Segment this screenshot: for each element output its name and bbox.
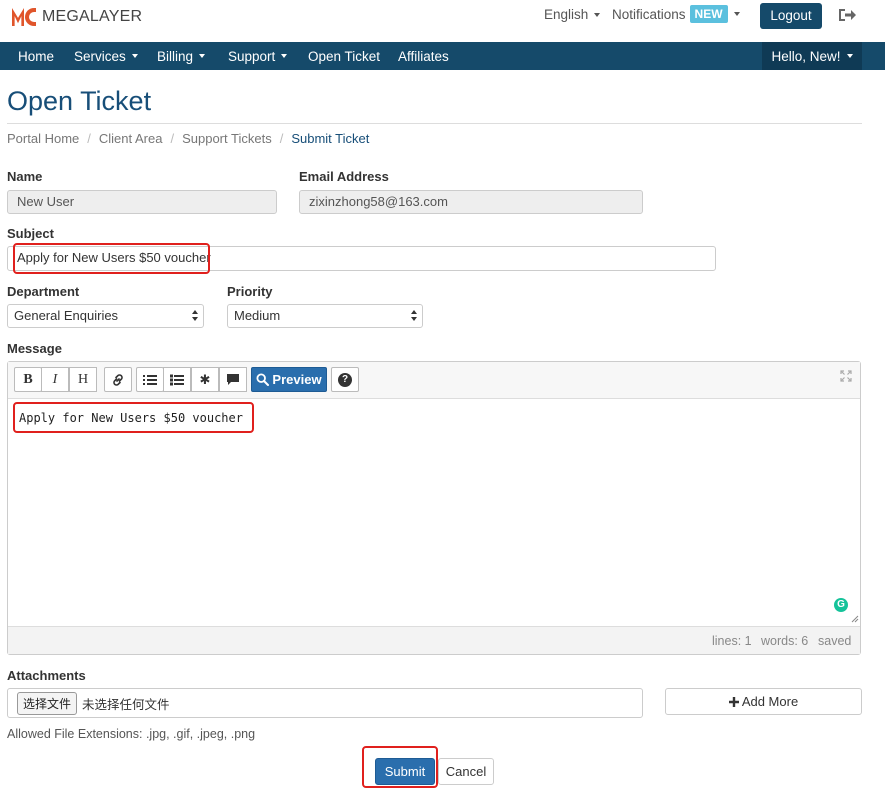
name-field[interactable]: New User bbox=[7, 190, 277, 214]
language-dropdown[interactable]: English bbox=[544, 7, 601, 22]
breadcrumb-portal-home[interactable]: Portal Home bbox=[7, 131, 79, 146]
user-menu[interactable]: Hello, New! bbox=[762, 42, 862, 70]
link-icon[interactable] bbox=[104, 367, 132, 392]
sign-out-icon[interactable] bbox=[838, 7, 856, 23]
submit-button[interactable]: Submit bbox=[375, 758, 435, 785]
logo[interactable]: MEGALAYER bbox=[12, 4, 142, 30]
grammarly-icon[interactable]: G bbox=[834, 598, 848, 612]
bold-icon[interactable]: B bbox=[14, 367, 42, 392]
select-arrows-icon bbox=[192, 309, 198, 323]
words-count: words: 6 bbox=[761, 634, 809, 648]
search-icon bbox=[256, 373, 270, 386]
list-ol-icon[interactable] bbox=[163, 367, 191, 392]
file-input[interactable]: 选择文件 未选择任何文件 bbox=[7, 688, 643, 718]
new-badge: NEW bbox=[689, 5, 728, 23]
message-label: Message bbox=[7, 341, 62, 356]
comment-icon[interactable] bbox=[219, 367, 247, 392]
editor-statusbar: lines: 1 words: 6 saved bbox=[8, 626, 860, 654]
priority-select[interactable]: Medium bbox=[227, 304, 423, 328]
resize-handle-icon[interactable] bbox=[851, 615, 859, 623]
italic-icon[interactable]: I bbox=[41, 367, 69, 392]
plus-icon bbox=[728, 696, 739, 707]
no-file-text: 未选择任何文件 bbox=[82, 697, 170, 712]
caret-down-icon bbox=[281, 54, 288, 58]
logo-mark-icon bbox=[12, 6, 38, 28]
caret-down-icon bbox=[733, 12, 740, 16]
brand-name: MEGALAYER bbox=[42, 8, 143, 25]
list-ul-icon[interactable] bbox=[136, 367, 164, 392]
notifications-dropdown[interactable]: Notifications NEW bbox=[612, 5, 740, 23]
caret-down-icon bbox=[846, 54, 853, 58]
breadcrumb: Portal Home / Client Area / Support Ticket… bbox=[7, 131, 370, 146]
breadcrumb-support-tickets[interactable]: Support Tickets bbox=[182, 131, 272, 146]
subject-label: Subject bbox=[7, 226, 54, 241]
asterisk-icon[interactable]: ✱ bbox=[191, 367, 219, 392]
breadcrumb-client-area[interactable]: Client Area bbox=[99, 131, 163, 146]
add-more-button[interactable]: Add More bbox=[665, 688, 862, 715]
choose-file-button[interactable]: 选择文件 bbox=[17, 691, 78, 715]
lines-count: lines: 1 bbox=[712, 634, 752, 648]
help-icon[interactable]: ? bbox=[331, 367, 359, 392]
notifications-label: Notifications bbox=[612, 6, 686, 22]
subject-highlight bbox=[13, 243, 210, 274]
caret-down-icon bbox=[594, 12, 601, 17]
attachments-label: Attachments bbox=[7, 668, 86, 683]
name-label: Name bbox=[7, 169, 43, 184]
cancel-button[interactable]: Cancel bbox=[438, 758, 494, 785]
caret-down-icon bbox=[199, 54, 206, 58]
logout-button[interactable]: Logout bbox=[760, 3, 822, 29]
nav-open-ticket[interactable]: Open Ticket bbox=[308, 42, 380, 70]
preview-button[interactable]: Preview bbox=[251, 367, 327, 392]
nav-home[interactable]: Home bbox=[18, 42, 54, 70]
editor-toolbar: B I H ✱ Preview ? bbox=[8, 362, 860, 399]
department-select[interactable]: General Enquiries bbox=[7, 304, 204, 328]
nav-support[interactable]: Support bbox=[228, 42, 288, 70]
allowed-extensions: Allowed File Extensions: .jpg, .gif, .jp… bbox=[7, 727, 256, 741]
email-field[interactable]: zixinzhong58@163.com bbox=[299, 190, 643, 214]
breadcrumb-submit-ticket: Submit Ticket bbox=[291, 131, 370, 146]
main-navigation: Home Services Billing Support Open Ticke… bbox=[0, 42, 885, 70]
title-divider bbox=[7, 123, 862, 124]
select-arrows-icon bbox=[411, 309, 417, 323]
caret-down-icon bbox=[131, 54, 138, 58]
nav-billing[interactable]: Billing bbox=[157, 42, 206, 70]
language-label: English bbox=[544, 7, 589, 22]
nav-services[interactable]: Services bbox=[74, 42, 138, 70]
heading-icon[interactable]: H bbox=[69, 367, 97, 392]
page-title: Open Ticket bbox=[7, 86, 152, 116]
saved-status: saved bbox=[818, 634, 852, 648]
nav-affiliates[interactable]: Affiliates bbox=[398, 42, 449, 70]
department-label: Department bbox=[7, 284, 80, 299]
message-highlight bbox=[13, 402, 254, 433]
email-label: Email Address bbox=[299, 169, 389, 184]
fullscreen-icon[interactable] bbox=[840, 370, 852, 382]
priority-label: Priority bbox=[227, 284, 273, 299]
